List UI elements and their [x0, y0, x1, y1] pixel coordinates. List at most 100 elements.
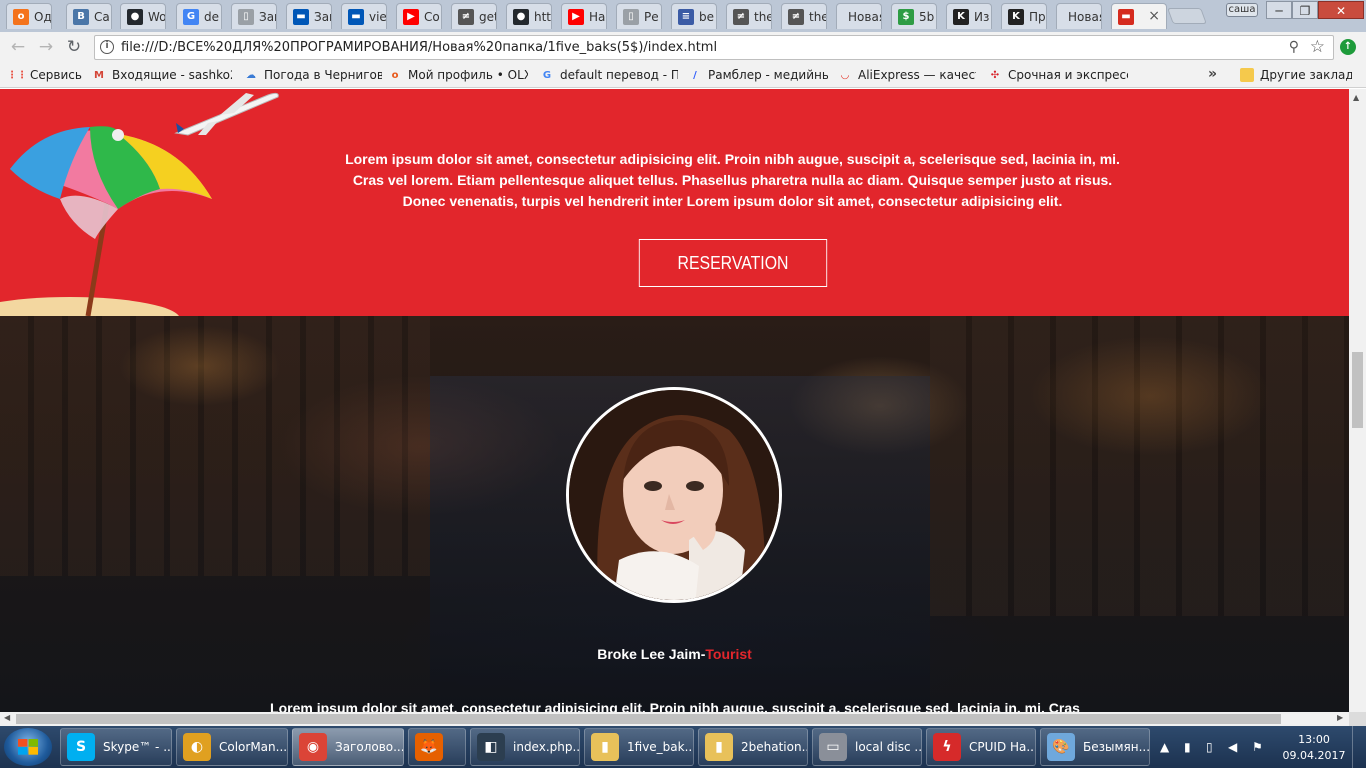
bookmark-item[interactable]: ☁ Погода в Чернигове — [244, 67, 382, 83]
browser-tab[interactable]: ▶ На — [561, 3, 607, 29]
taskbar-item-label: 1five_bak... — [627, 740, 693, 754]
address-bar[interactable]: i file:///D:/ВСЕ%20ДЛЯ%20ПРОГРАМИРОВАНИЯ… — [94, 35, 1334, 60]
bookmark-item[interactable]: / Рамблер - медийный — [688, 67, 828, 83]
horizontal-scroll-thumb[interactable] — [16, 714, 1281, 724]
browser-tab[interactable]: ≡ be — [671, 3, 717, 29]
bookmark-item[interactable]: Другие закладки — [1240, 67, 1352, 83]
site-info-icon[interactable]: i — [100, 40, 114, 54]
aliexpress-icon: ◡ — [841, 69, 849, 81]
browser-tab[interactable]: ▯ Ре — [616, 3, 662, 29]
chart-icon: ≡ — [678, 8, 694, 25]
tab-label: get — [479, 9, 496, 24]
taskbar-item[interactable]: ▭ local disc ... — [812, 728, 922, 766]
tab-label: 5b — [919, 9, 935, 24]
bookmark-item[interactable]: Gdefault перевод - По — [540, 67, 678, 83]
taskbar-item-label: Skype™ - ... — [103, 740, 171, 754]
bookmark-star-icon[interactable]: ☆ — [1310, 37, 1325, 57]
olx-icon: o — [391, 69, 399, 81]
signal-icon[interactable]: ▮ — [1184, 740, 1191, 754]
tab-strip: саша ─ ❐ ✕ о Од В Са ● Wo Gde ▯ Заг ▬ Заг ▬ vie ▶ Co ≠ g… — [0, 0, 1366, 32]
page-icon: ▯ — [623, 8, 639, 25]
vertical-scroll-thumb[interactable] — [1352, 352, 1363, 428]
taskbar-item[interactable]: ◐ ColorMan... — [176, 728, 288, 766]
browser-tab[interactable]: ▬ × — [1111, 3, 1167, 29]
browser-tab[interactable]: ● htt — [506, 3, 552, 29]
browser-tab[interactable]: ≠ the — [781, 3, 827, 29]
tab-label: Ре — [644, 9, 659, 24]
scroll-right-icon[interactable]: ▶ — [1337, 713, 1343, 722]
browser-tab[interactable]: $5b — [891, 3, 937, 29]
browser-tab[interactable]: В Са — [66, 3, 112, 29]
bookmark-item[interactable]: ◡ AliExpress — качеств — [838, 67, 976, 83]
update-icon[interactable]: ↑ — [1340, 39, 1356, 55]
tab-label: vie — [369, 9, 386, 24]
bookmark-item[interactable]: ✣ Срочная и экспресс д — [988, 67, 1128, 83]
reservation-button[interactable]: RESERVATION — [638, 239, 828, 287]
profile-button[interactable]: саша — [1226, 3, 1258, 17]
minimize-button[interactable]: ─ — [1266, 1, 1292, 19]
scrollbar-corner — [1349, 712, 1366, 726]
browser-tab[interactable]: Gde — [176, 3, 222, 29]
more-bookmarks-button[interactable]: » — [1208, 66, 1217, 82]
google-icon: G — [542, 69, 552, 81]
reload-button[interactable]: ↻ — [64, 37, 84, 57]
horizontal-scrollbar[interactable]: ◀ ▶ — [0, 712, 1349, 726]
cpuid-icon: ϟ — [933, 733, 961, 761]
browser-tab[interactable]: о Од — [6, 3, 52, 29]
tab-label: Од — [34, 9, 51, 24]
new-tab-button[interactable] — [1167, 8, 1207, 24]
browser-tab[interactable]: ▬ Заг — [286, 3, 332, 29]
youtube-icon: ▶ — [403, 8, 419, 25]
browser-tab[interactable]: Новая — [836, 3, 882, 29]
flag-icon: ▬ — [1118, 8, 1134, 25]
browser-tab[interactable]: K Пр — [1001, 3, 1047, 29]
taskbar-item[interactable]: ▮ 2behation... — [698, 728, 808, 766]
browser-tab[interactable]: ● Wo — [120, 3, 166, 29]
browser-tab[interactable]: ≠ get — [451, 3, 497, 29]
ukraine-flag-icon: ▬ — [348, 8, 364, 25]
volume-icon[interactable]: ◀ — [1228, 740, 1237, 754]
bookmark-item[interactable]: M Входящие - sashko23 — [92, 67, 232, 83]
start-button[interactable] — [4, 728, 52, 766]
browser-tab[interactable]: ▯ Заг — [231, 3, 277, 29]
bookmark-item[interactable]: o Мой профиль • OLX.u — [388, 67, 528, 83]
bookmark-label: Другие закладки — [1260, 68, 1352, 82]
search-icon[interactable]: ⚲ — [1289, 39, 1299, 55]
vertical-scrollbar[interactable]: ▲ — [1349, 89, 1366, 712]
tab-label: Из — [974, 9, 990, 24]
tab-label: Новая — [1068, 9, 1101, 24]
browser-tab[interactable]: ▶ Co — [396, 3, 442, 29]
scroll-up-icon[interactable]: ▲ — [1353, 93, 1359, 102]
taskbar-item[interactable]: ▮ 1five_bak... — [584, 728, 694, 766]
taskbar-item[interactable]: ϟ CPUID Ha... — [926, 728, 1036, 766]
taskbar-item[interactable]: 🎨 Безымян... — [1040, 728, 1150, 766]
browser-tab[interactable]: ≠ the — [726, 3, 772, 29]
browser-tab[interactable]: Новая — [1056, 3, 1102, 29]
clock[interactable]: 13:00 09.04.2017 — [1282, 732, 1346, 764]
bookmarks-bar: » ⋮⋮ Сервисы M Входящие - sashko23 ☁ Погода в… — [0, 62, 1366, 88]
action-center-icon[interactable]: ⚑ — [1252, 740, 1263, 754]
browser-tab[interactable]: ▬ vie — [341, 3, 387, 29]
browser-tab[interactable]: K Из — [946, 3, 992, 29]
tab-label: the — [809, 9, 826, 24]
back-button[interactable]: ← — [8, 37, 28, 57]
taskbar-item[interactable]: 🦊 — [408, 728, 466, 766]
scroll-left-icon[interactable]: ◀ — [4, 713, 10, 722]
close-tab-icon[interactable]: × — [1148, 8, 1160, 24]
tab-label: На — [589, 9, 606, 24]
taskbar-item[interactable]: ◧ index.php... — [470, 728, 580, 766]
folder-icon: ▮ — [705, 733, 733, 761]
close-window-button[interactable]: ✕ — [1318, 1, 1364, 19]
forward-button[interactable]: → — [36, 37, 56, 57]
battery-icon[interactable]: ▯ — [1206, 740, 1213, 754]
reservation-section: Lorem ipsum dolor sit amet, consectetur … — [0, 89, 1349, 316]
taskbar-item[interactable]: ◉ Заголово... — [292, 728, 404, 766]
restore-button[interactable]: ❐ — [1292, 1, 1318, 19]
url-text[interactable]: file:///D:/ВСЕ%20ДЛЯ%20ПРОГРАМИРОВАНИЯ/Н… — [121, 40, 717, 55]
taskbar-item[interactable]: S Skype™ - ... — [60, 728, 172, 766]
tray-expand-icon[interactable]: ▲ — [1160, 740, 1169, 754]
taskbar-item-label: local disc ... — [855, 740, 921, 754]
tab-label: the — [754, 9, 771, 24]
bookmark-item[interactable]: ⋮⋮ Сервисы — [10, 67, 82, 83]
show-desktop-button[interactable] — [1352, 726, 1366, 768]
